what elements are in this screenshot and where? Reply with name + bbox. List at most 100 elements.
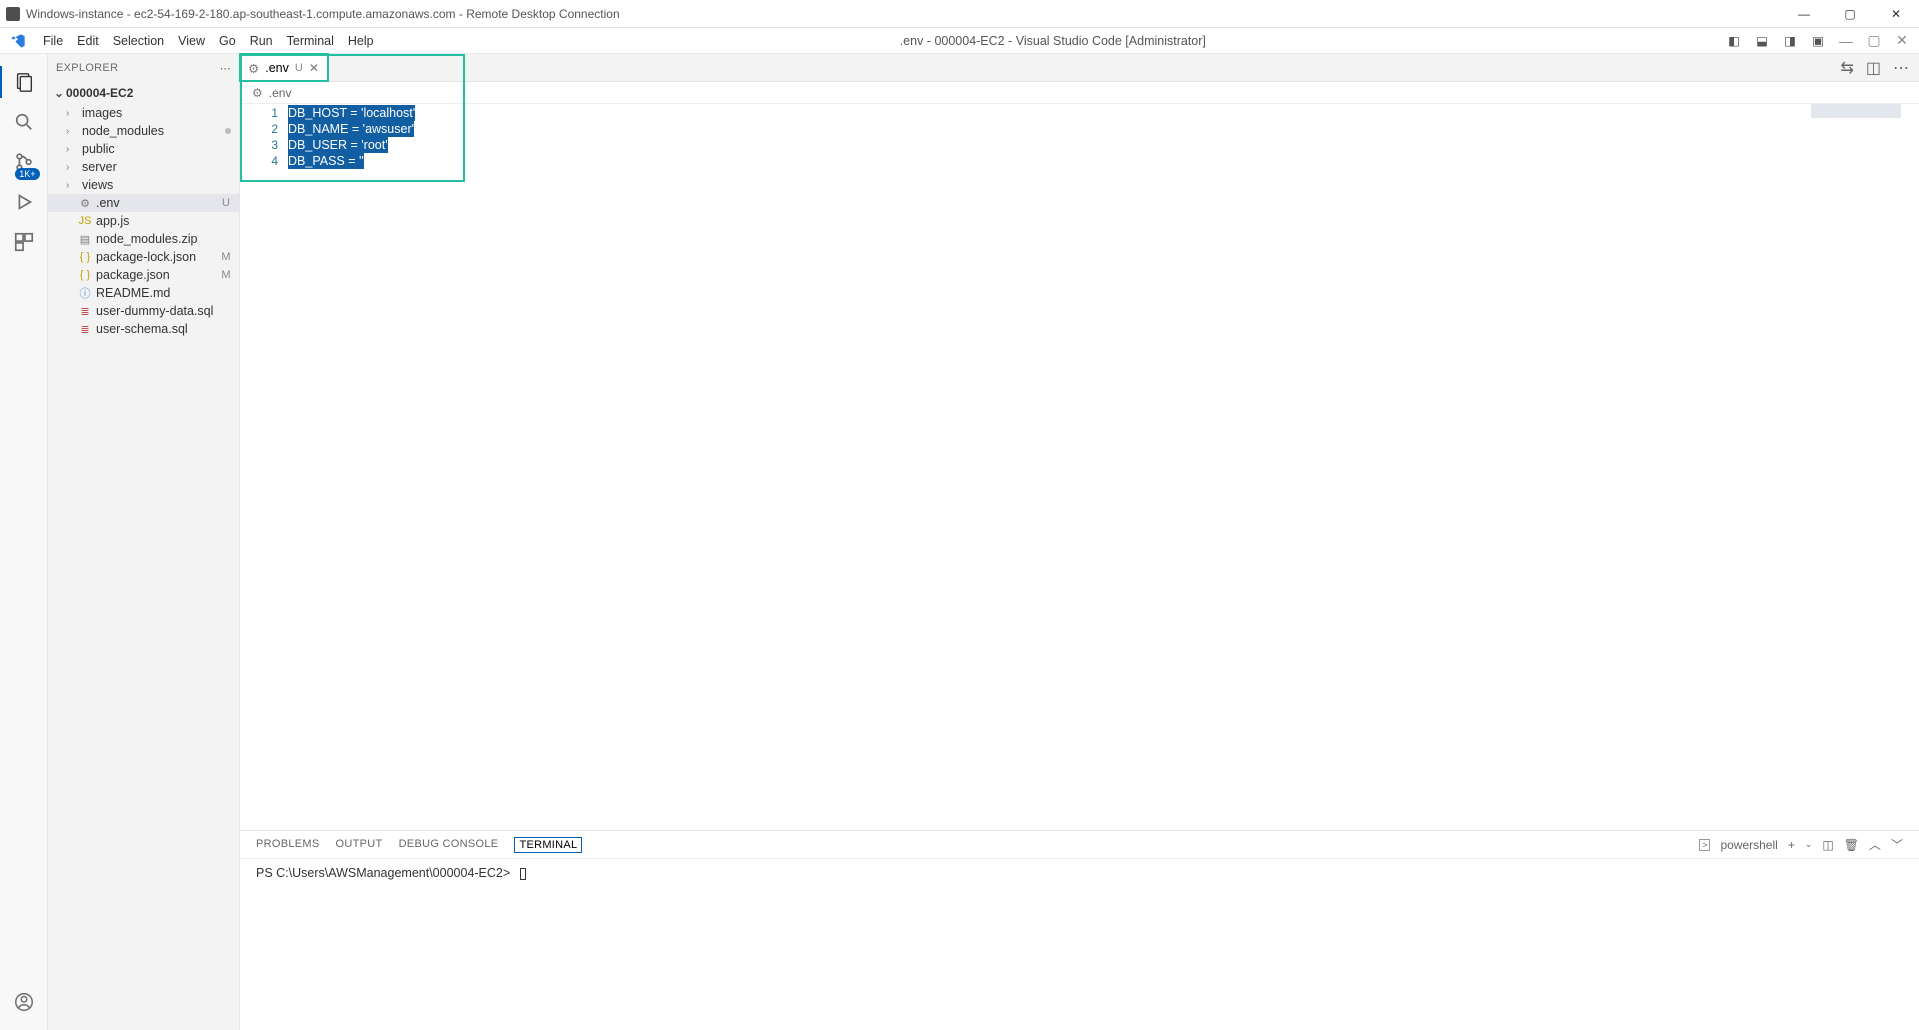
chevron-right-icon: › [66, 108, 78, 119]
json-icon: { } [78, 269, 92, 281]
sql-icon: ≣ [78, 323, 92, 336]
explorer-more-icon[interactable]: ⋯ [220, 62, 231, 75]
editor-actions: ⇆ ◫ ⋯ [1840, 54, 1919, 81]
file-README-md[interactable]: ⓘREADME.md [48, 284, 239, 302]
menu-go[interactable]: Go [212, 28, 243, 54]
accounts-icon[interactable] [0, 982, 48, 1022]
gear-icon: ⚙ [248, 61, 259, 76]
minimize-button[interactable]: — [1781, 0, 1827, 28]
menubar: FileEditSelectionViewGoRunTerminalHelp .… [0, 28, 1919, 54]
menu-help[interactable]: Help [341, 28, 381, 54]
run-debug-icon[interactable] [0, 182, 48, 222]
folder-images[interactable]: ›images [48, 104, 239, 122]
rdp-title: Windows-instance - ec2-54-169-2-180.ap-s… [26, 7, 620, 21]
explorer-icon[interactable] [0, 62, 48, 102]
kill-terminal-icon[interactable]: 🗑 [1844, 838, 1859, 852]
menu-selection[interactable]: Selection [106, 28, 171, 54]
explorer-sidebar: EXPLORER ⋯ ⌄ 000004-EC2 ›images›node_mod… [48, 54, 240, 1030]
terminal-body[interactable]: PS C:\Users\AWSManagement\000004-EC2> [240, 859, 1919, 1030]
close-button[interactable]: ✕ [1873, 0, 1919, 28]
vscode-maximize-button[interactable]: ▢ [1865, 32, 1883, 50]
more-actions-icon[interactable]: ⋯ [1893, 58, 1909, 78]
rdp-icon [6, 7, 20, 21]
window-controls: — ▢ ✕ [1781, 0, 1919, 28]
menu-terminal[interactable]: Terminal [280, 28, 341, 54]
js-icon: JS [78, 215, 92, 227]
breadcrumb-label: .env [269, 86, 292, 100]
folder-server[interactable]: ›server [48, 158, 239, 176]
code-editor[interactable]: 1234 DB_HOST = 'localhost'DB_NAME = 'aws… [240, 104, 1919, 184]
compare-changes-icon[interactable]: ⇆ [1840, 58, 1853, 78]
tab-env[interactable]: ⚙ .env U ✕ [240, 54, 328, 81]
explorer-header: EXPLORER ⋯ [48, 54, 239, 82]
extensions-icon[interactable] [0, 222, 48, 262]
terminal-prompt: PS C:\Users\AWSManagement\000004-EC2> [256, 866, 510, 880]
code-content[interactable]: DB_HOST = 'localhost'DB_NAME = 'awsuser'… [288, 104, 415, 184]
menu-edit[interactable]: Edit [70, 28, 106, 54]
chevron-down-icon: ⌄ [52, 86, 66, 100]
panel-right-actions: > powershell + ⌄ ◫ 🗑 ︿ ﹀ [1699, 836, 1903, 853]
layout-bottom-icon[interactable]: ⬓ [1753, 32, 1771, 50]
terminal-cursor [520, 868, 526, 880]
vscode-minimize-button[interactable]: — [1837, 32, 1855, 50]
file-package-lock-json[interactable]: { }package-lock.jsonM [48, 248, 239, 266]
panel-tab-terminal[interactable]: TERMINAL [514, 837, 582, 853]
info-icon: ⓘ [78, 285, 92, 301]
source-control-icon[interactable]: 1K+ [0, 142, 48, 182]
tab-status: U [295, 62, 303, 74]
window-title: .env - 000004-EC2 - Visual Studio Code [… [381, 34, 1725, 48]
maximize-button[interactable]: ▢ [1827, 0, 1873, 28]
folder-views[interactable]: ›views [48, 176, 239, 194]
editor-tabbar: ⚙ .env U ✕ ⇆ ◫ ⋯ [240, 54, 1919, 82]
layout-right-icon[interactable]: ◨ [1781, 32, 1799, 50]
folder-node_modules[interactable]: ›node_modules [48, 122, 239, 140]
chevron-right-icon: › [66, 162, 78, 173]
rdp-titlebar: Windows-instance - ec2-54-169-2-180.ap-s… [0, 0, 1919, 28]
editor-area: ⚙ .env U ✕ ⇆ ◫ ⋯ ⚙ .env 1234 DB_HOST = '… [240, 54, 1919, 1030]
terminal-dropdown-icon[interactable]: ⌄ [1805, 839, 1813, 850]
bottom-panel: PROBLEMS OUTPUT DEBUG CONSOLE TERMINAL > po… [240, 830, 1919, 1030]
menu-run[interactable]: Run [243, 28, 280, 54]
breadcrumb[interactable]: ⚙ .env [240, 82, 1919, 104]
menu-view[interactable]: View [171, 28, 212, 54]
tab-label: .env [265, 61, 289, 75]
shell-indicator-icon[interactable]: > [1699, 839, 1710, 851]
file-node_modules-zip[interactable]: ▤node_modules.zip [48, 230, 239, 248]
split-terminal-icon[interactable]: ◫ [1822, 838, 1833, 852]
split-editor-icon[interactable]: ◫ [1866, 58, 1881, 78]
file-package-json[interactable]: { }package.jsonM [48, 266, 239, 284]
sql-icon: ≣ [78, 305, 92, 318]
project-name: 000004-EC2 [66, 86, 133, 100]
layout-grid-icon[interactable]: ▣ [1809, 32, 1827, 50]
menu-file[interactable]: File [36, 28, 70, 54]
shell-label[interactable]: powershell [1720, 838, 1777, 852]
line-gutter: 1234 [240, 104, 288, 184]
file--env[interactable]: ⚙.envU [48, 194, 239, 212]
zip-icon: ▤ [78, 233, 92, 246]
search-icon[interactable] [0, 102, 48, 142]
file-user-dummy-data-sql[interactable]: ≣user-dummy-data.sql [48, 302, 239, 320]
panel-tab-debug-console[interactable]: DEBUG CONSOLE [399, 838, 499, 852]
file-status: M [219, 251, 233, 263]
folder-public[interactable]: ›public [48, 140, 239, 158]
chevron-right-icon: › [66, 126, 78, 137]
project-root[interactable]: ⌄ 000004-EC2 [48, 82, 239, 104]
activity-bar: 1K+ [0, 54, 48, 1030]
panel-tab-output[interactable]: OUTPUT [336, 838, 383, 852]
hide-panel-icon[interactable]: ﹀ [1891, 836, 1903, 853]
close-icon[interactable]: ✕ [309, 61, 319, 75]
editor-empty-space [240, 184, 1919, 830]
layout-left-icon[interactable]: ◧ [1725, 32, 1743, 50]
file-user-schema-sql[interactable]: ≣user-schema.sql [48, 320, 239, 338]
title-right-icons: ◧ ⬓ ◨ ▣ — ▢ ✕ [1725, 32, 1919, 50]
panel-tab-problems[interactable]: PROBLEMS [256, 838, 320, 852]
scm-badge: 1K+ [15, 168, 39, 180]
maximize-panel-icon[interactable]: ︿ [1869, 836, 1881, 853]
file-app-js[interactable]: JSapp.js [48, 212, 239, 230]
gear-icon: ⚙ [78, 197, 92, 210]
modified-dot-icon [225, 128, 231, 134]
new-terminal-icon[interactable]: + [1788, 838, 1795, 852]
minimap-viewport[interactable] [1811, 104, 1901, 118]
file-tree: ›images›node_modules›public›server›views… [48, 104, 239, 338]
vscode-close-button[interactable]: ✕ [1893, 32, 1911, 50]
